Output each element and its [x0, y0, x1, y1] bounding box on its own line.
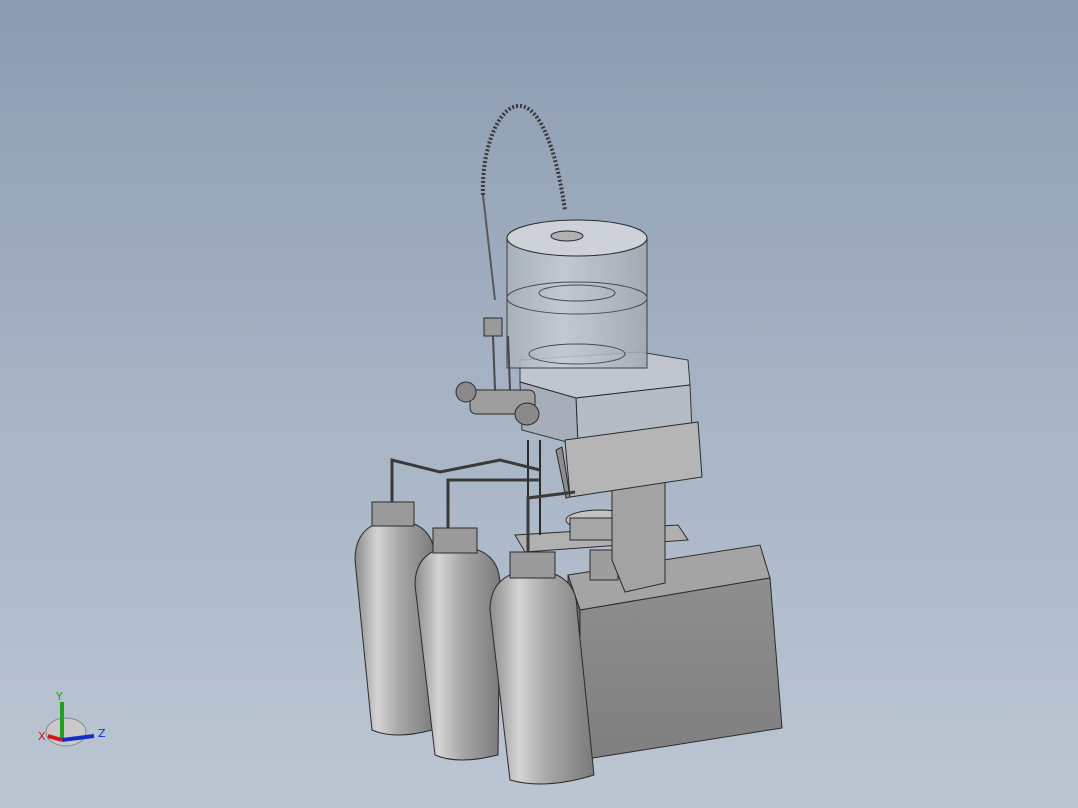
- triad-z-label: Z: [98, 727, 106, 740]
- triad-sphere-icon: [45, 717, 87, 747]
- vertical-bracket[interactable]: [611, 477, 666, 593]
- cad-viewport[interactable]: Y Z X: [0, 0, 1078, 808]
- coordinate-triad[interactable]: Y Z X: [38, 690, 106, 747]
- triad-x-label: X: [38, 730, 46, 743]
- main-housing[interactable]: [519, 351, 703, 499]
- model-canvas[interactable]: Y Z X: [0, 0, 1078, 808]
- transparent-canister[interactable]: [506, 219, 648, 369]
- triad-y-label: Y: [55, 690, 63, 703]
